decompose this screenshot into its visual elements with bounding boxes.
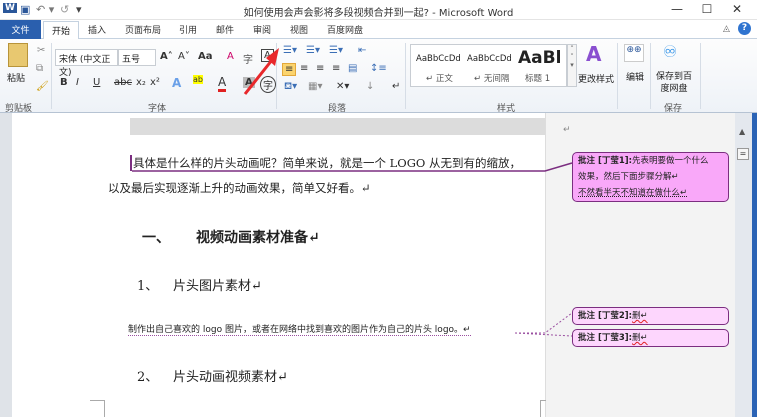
- comment-3-label: 批注 [丁莹3]:: [578, 333, 633, 343]
- comment-balloon-2[interactable]: 批注 [丁莹2]:删↵: [572, 307, 729, 325]
- comment-1-connector: [132, 162, 573, 172]
- comment-2-label: 批注 [丁莹2]:: [578, 311, 633, 321]
- comment-2-text: 删↵: [632, 311, 648, 321]
- comment-2-connector: [515, 312, 573, 334]
- comment-connectors: [132, 48, 573, 337]
- comment-balloon-3[interactable]: 批注 [丁莹3]:删↵: [572, 329, 729, 347]
- red-arrow-shaft: [243, 59, 274, 95]
- comment-3-text: 删↵: [632, 333, 648, 343]
- comment-1-line: 先表明要做一个什么: [632, 156, 709, 166]
- comment-1-label: 批注 [丁莹1]:: [578, 156, 633, 166]
- comment-balloon-1[interactable]: 批注 [丁莹1]:先表明要做一个什么 效果，然后下面步骤分解↵ 不然看半天不知道…: [572, 152, 729, 202]
- comment-1-line: 效果，然后下面步骤分解↵: [578, 172, 679, 182]
- comment-1-line: 不然看半天不知道在做什么↵: [578, 188, 688, 198]
